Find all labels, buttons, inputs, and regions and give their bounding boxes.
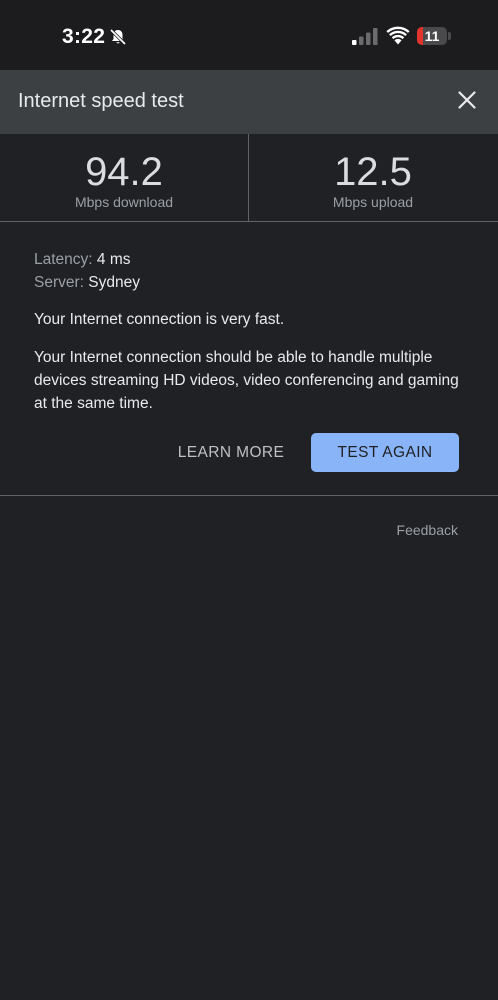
feedback-link[interactable]: Feedback xyxy=(397,522,458,538)
server-row: Server: Sydney xyxy=(34,271,464,294)
connection-details: Latency: 4 ms Server: Sydney xyxy=(34,248,464,294)
battery-icon: 11 xyxy=(417,27,447,45)
speed-description: Your Internet connection should be able … xyxy=(34,349,459,412)
test-again-button[interactable]: TEST AGAIN xyxy=(311,433,459,472)
dialog-title: Internet speed test xyxy=(18,90,184,112)
battery-level: 11 xyxy=(424,28,440,44)
close-icon xyxy=(458,91,476,109)
close-button[interactable] xyxy=(452,85,482,115)
learn-more-button[interactable]: LEARN MORE xyxy=(166,434,296,472)
speed-summary: Your Internet connection is very fast. xyxy=(34,311,285,328)
latency-label: Latency: xyxy=(34,251,93,268)
wifi-icon xyxy=(386,26,410,45)
server-label: Server: xyxy=(34,274,84,291)
upload-result: 12.5 Mbps upload xyxy=(249,134,497,210)
section-divider xyxy=(0,495,498,496)
server-value: Sydney xyxy=(88,274,140,291)
upload-speed-unit: Mbps upload xyxy=(332,194,414,210)
download-result: 94.2 Mbps download xyxy=(0,134,248,210)
upload-speed-value: 12.5 xyxy=(334,150,412,194)
latency-value: 4 ms xyxy=(96,251,131,268)
status-time: 3:22 xyxy=(62,25,106,48)
bell-slash-icon xyxy=(109,28,127,46)
download-speed-unit: Mbps download xyxy=(74,194,174,210)
download-speed-value: 94.2 xyxy=(85,150,163,194)
latency-row: Latency: 4 ms xyxy=(34,248,464,271)
dialog-header: Internet speed test xyxy=(0,70,498,134)
battery-tip xyxy=(448,32,451,40)
signal-icon xyxy=(352,28,378,45)
